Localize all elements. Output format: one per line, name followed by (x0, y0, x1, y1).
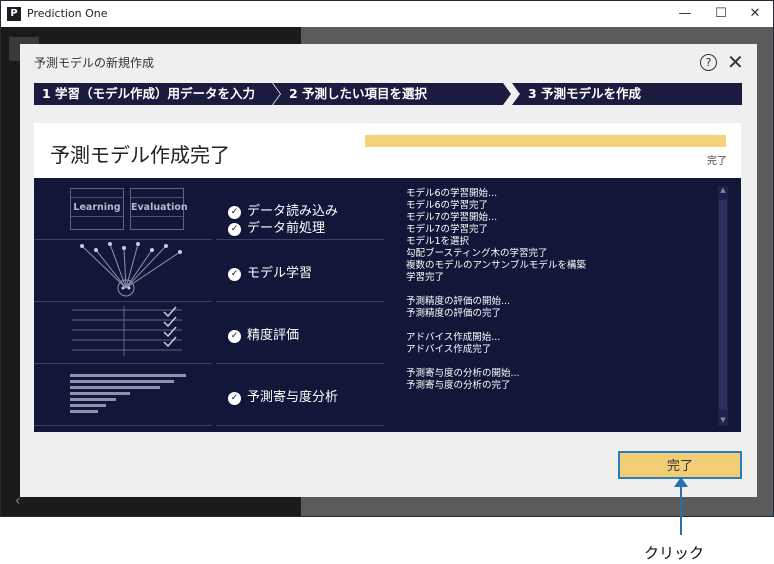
stage-row: ✓ 予測寄与度分析 (216, 364, 384, 426)
stage-contribution-analysis: ✓ 予測寄与度分析 (228, 386, 339, 405)
log-line: モデル7の学習開始... (406, 212, 498, 223)
stage-row: ✓ モデル学習 (216, 240, 384, 302)
check-circle-icon: ✓ (228, 223, 241, 236)
log-line: 学習完了 (406, 272, 445, 283)
stage-label: データ前処理 (247, 221, 326, 236)
stage-label: 予測寄与度分析 (247, 390, 339, 405)
close-icon[interactable]: ✕ (727, 50, 744, 74)
stage-column: ✓ データ読み込み ✓ データ前処理 ✓ モデル学習 ✓ 精度評価 ✓ 予測寄与… (216, 178, 386, 432)
scroll-up-icon[interactable]: ▲ (718, 186, 728, 194)
log-line: モデル1を選択 (406, 236, 470, 247)
step-indicator: 1 学習（モデル作成）用データを入力 2 予測したい項目を選択 3 予測モデルを… (34, 83, 742, 105)
evaluation-label: Evaluation (131, 202, 188, 213)
stage-data-loading: ✓ データ読み込み ✓ データ前処理 (228, 200, 338, 236)
stage-row: ✓ 精度評価 (216, 302, 384, 364)
learning-label: Learning (71, 202, 123, 213)
progress-bar (365, 135, 726, 147)
evaluation-table-icon: Evaluation (130, 188, 188, 230)
log-line: モデル7の学習完了 (406, 224, 489, 235)
log-line: モデル6の学習開始... (406, 188, 498, 199)
log-line: 予測精度の評価の完了 (406, 308, 502, 319)
log-line: 予測精度の評価の開始... (406, 296, 511, 307)
maximize-button[interactable]: ☐ (703, 1, 739, 27)
stage-label: 精度評価 (247, 328, 300, 343)
illustration-row (34, 240, 212, 302)
step-3-label: 3 予測モデルを作成 (528, 86, 642, 101)
log-line: 予測寄与度の分析の完了 (406, 380, 511, 391)
stage-model-training: ✓ モデル学習 (228, 262, 313, 281)
app-window: P Prediction One — ☐ ✕ ‹ 予測モデルの新規作成 ? ✕ … (0, 0, 774, 517)
log-line: 予測寄与度の分析の開始... (406, 368, 520, 379)
dialog-title: 予測モデルの新規作成 (34, 56, 155, 70)
check-circle-icon: ✓ (228, 392, 241, 405)
scrollbar-thumb[interactable] (719, 200, 727, 410)
progress-label: 完了 (707, 156, 727, 167)
check-circle-icon: ✓ (228, 268, 241, 281)
log-line: 勾配ブースティング木の学習完了 (406, 248, 548, 259)
stage-row: ✓ データ読み込み ✓ データ前処理 (216, 178, 384, 240)
app-logo-icon: P (7, 7, 21, 21)
process-panel: Learning Evaluation ✓ データ読み込み ✓ データ前処理 ✓… (34, 178, 741, 432)
stage-accuracy-evaluation: ✓ 精度評価 (228, 324, 300, 343)
log-line: アドバイス作成開始... (406, 332, 501, 343)
illustration-row: Learning Evaluation (34, 178, 212, 240)
progress-fill (365, 135, 726, 147)
new-model-dialog: 予測モデルの新規作成 ? ✕ 1 学習（モデル作成）用データを入力 2 予測した… (20, 44, 757, 497)
click-annotation: クリック (644, 544, 705, 562)
log-line: 複数のモデルのアンサンブルモデルを構築 (406, 260, 586, 271)
main-panel: 予測モデル作成完了 完了 Learning Evaluation ✓ データ読み… (34, 123, 741, 432)
illustration-row (34, 364, 212, 426)
window-close-button[interactable]: ✕ (737, 1, 773, 27)
process-log: モデル6の学習開始... モデル6の学習完了 モデル7の学習開始... モデル7の学習… (406, 188, 716, 428)
illustration-column: Learning Evaluation (34, 178, 214, 432)
help-icon[interactable]: ? (700, 54, 717, 71)
scroll-down-icon[interactable]: ▼ (718, 416, 728, 424)
step-1: 1 学習（モデル作成）用データを入力 (34, 83, 280, 105)
log-scrollbar[interactable]: ▲ ▼ (718, 186, 728, 426)
log-line: モデル6の学習完了 (406, 200, 489, 211)
log-line: アドバイス作成完了 (406, 344, 492, 355)
stage-label: モデル学習 (247, 266, 313, 281)
page-title: 予測モデル作成完了 (50, 143, 230, 167)
window-title: Prediction One (27, 7, 108, 20)
step-2: 2 予測したい項目を選択 (273, 83, 511, 105)
title-bar: P Prediction One — ☐ ✕ (1, 1, 773, 27)
step-3: 3 予測モデルを作成 (512, 83, 742, 105)
bar-ranking-icon (70, 374, 186, 413)
learning-table-icon: Learning (70, 188, 124, 230)
checklist-table-icon (72, 306, 182, 356)
check-circle-icon: ✓ (228, 330, 241, 343)
finish-button[interactable]: 完了 (618, 451, 742, 479)
annotation-arrow (680, 483, 682, 535)
step-1-label: 1 学習（モデル作成）用データを入力 (42, 86, 256, 101)
step-2-label: 2 予測したい項目を選択 (289, 86, 428, 101)
minimize-button[interactable]: — (667, 1, 703, 27)
model-network-icon (80, 242, 182, 297)
illustration-row (34, 302, 212, 364)
